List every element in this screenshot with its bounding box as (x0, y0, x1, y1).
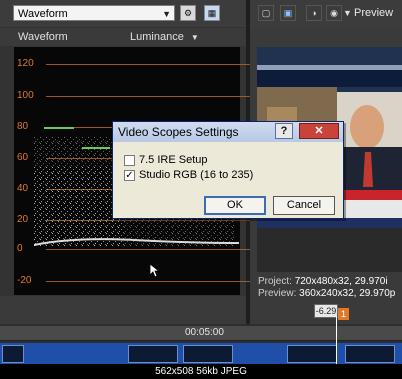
project-label: Project: (258, 276, 292, 287)
scope-footer (0, 296, 246, 324)
gridline (46, 96, 250, 97)
video-clip-thumbnail[interactable] (128, 345, 178, 363)
ruler-timecode: 00:05:00 (185, 327, 224, 338)
ok-button[interactable]: OK (204, 196, 266, 215)
luminance-dropdown-label: Luminance (130, 31, 184, 43)
ire-setup-checkbox[interactable] (124, 155, 135, 166)
gridline (46, 64, 250, 65)
video-clip-thumbnail[interactable] (287, 345, 337, 363)
marker-badge[interactable]: 1 (338, 308, 349, 320)
checkmark-icon: ✓ (125, 170, 134, 181)
y-tick-label: -20 (17, 275, 32, 286)
help-button[interactable]: ? (275, 123, 293, 139)
video-clip-thumbnail[interactable] (345, 345, 395, 363)
preview-info-label: Preview: (258, 288, 297, 299)
scope-type-select[interactable]: Waveform ▼ (13, 5, 175, 21)
dialog-title: Video Scopes Settings (118, 125, 239, 139)
cancel-button[interactable]: Cancel (273, 196, 335, 215)
chevron-down-icon: ▼ (190, 33, 199, 42)
y-tick-label: 120 (17, 58, 34, 69)
pane-divider[interactable] (246, 0, 250, 27)
video-output-icon[interactable]: ▢ (258, 5, 274, 21)
settings-icon[interactable]: ⚙ (180, 5, 196, 21)
close-button[interactable]: ✕ (299, 123, 339, 139)
preview-dropdown-icon[interactable]: ▼ (343, 8, 352, 18)
video-clip-thumbnail[interactable] (2, 345, 24, 363)
split-screen-icon[interactable]: ◉ (326, 5, 342, 21)
cursor-time-badge: -6.29 (314, 304, 338, 318)
scope-title: Waveform (18, 31, 68, 43)
gridline (46, 281, 250, 282)
ire-setup-label: 7.5 IRE Setup (139, 154, 208, 166)
playhead[interactable] (336, 316, 337, 365)
project-value: 720x480x32, 29.970i (294, 276, 388, 287)
preview-info-value: 360x240x32, 29.970p (299, 288, 396, 299)
preview-info: Preview: 360x240x32, 29.970p (258, 288, 395, 299)
image-caption: 562x508 56kb JPEG (0, 364, 402, 379)
monitor-icon[interactable]: ▣ (280, 5, 296, 21)
studio-rgb-label: Studio RGB (16 to 235) (139, 169, 254, 181)
chevron-down-icon: ▼ (162, 9, 171, 19)
overlay-icon[interactable]: ◑ (306, 5, 322, 21)
project-info: Project: 720x480x32, 29.970i (258, 276, 388, 287)
scope-type-value: Waveform (18, 8, 68, 20)
y-tick-label: 100 (17, 90, 34, 101)
update-scopes-icon[interactable]: ▦ (204, 5, 220, 21)
preview-label: Preview (354, 7, 394, 19)
mouse-cursor-icon (150, 264, 160, 278)
video-clip-thumbnail[interactable] (183, 345, 233, 363)
luminance-dropdown[interactable]: Luminance ▼ (130, 31, 199, 43)
studio-rgb-checkbox[interactable]: ✓ (124, 170, 135, 181)
